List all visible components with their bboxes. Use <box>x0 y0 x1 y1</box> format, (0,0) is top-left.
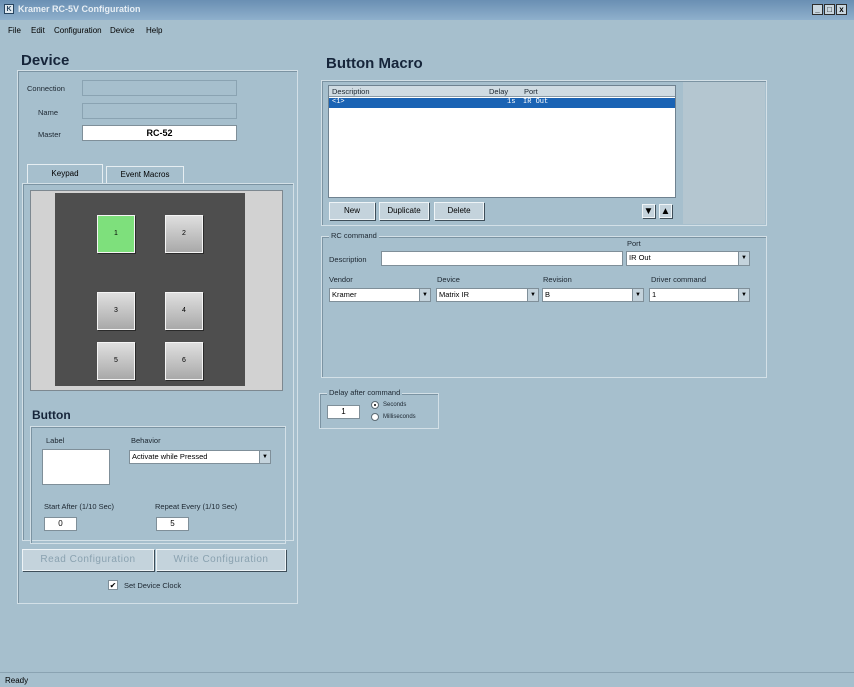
master-field[interactable]: RC-52 <box>82 125 237 141</box>
repeat-every-input[interactable]: 5 <box>156 517 189 531</box>
port-value: IR Out <box>629 253 651 262</box>
key-5[interactable]: 5 <box>97 342 135 380</box>
behavior-label: Behavior <box>131 436 161 445</box>
driver-command-value: 1 <box>652 290 657 299</box>
start-after-input[interactable]: 0 <box>44 517 77 531</box>
radio-dot-icon <box>374 404 376 406</box>
read-configuration-button[interactable]: Read Configuration <box>22 549 154 571</box>
macro-side-area <box>683 82 765 224</box>
close-button[interactable]: x <box>836 4 847 15</box>
key-6[interactable]: 6 <box>165 342 203 380</box>
description-input[interactable] <box>381 251 623 266</box>
chevron-down-icon[interactable]: ▼ <box>632 289 643 301</box>
key-2[interactable]: 2 <box>165 215 203 253</box>
revision-label: Revision <box>543 275 572 284</box>
rc-command-title: RC command <box>329 231 379 240</box>
title-bar: K Kramer RC-5V Configuration _ □ x <box>0 0 854 20</box>
name-field <box>82 103 237 119</box>
master-label: Master <box>38 130 61 139</box>
port-dropdown[interactable]: IR Out ▼ <box>626 251 750 266</box>
chevron-down-icon[interactable]: ▼ <box>527 289 538 301</box>
delete-button[interactable]: Delete <box>434 202 484 220</box>
set-device-clock-label: Set Device Clock <box>124 581 182 590</box>
keypad-panel <box>55 193 245 386</box>
behavior-dropdown[interactable]: Activate while Pressed ▼ <box>129 450 271 464</box>
menu-device[interactable]: Device <box>110 26 134 35</box>
behavior-value: Activate while Pressed <box>132 452 208 461</box>
window-title: Kramer RC-5V Configuration <box>18 4 141 14</box>
menu-bar: File Edit Configuration Device Help <box>0 20 854 40</box>
device-label: Device <box>437 275 460 284</box>
port-label: Port <box>627 239 641 248</box>
vendor-dropdown[interactable]: Kramer ▼ <box>329 288 431 302</box>
column-description[interactable]: Description <box>332 87 370 96</box>
menu-file[interactable]: File <box>8 26 21 35</box>
key-1[interactable]: 1 <box>97 215 135 253</box>
new-button[interactable]: New <box>329 202 375 220</box>
tab-event-macros[interactable]: Event Macros <box>106 166 184 184</box>
status-bar: Ready <box>0 672 854 687</box>
menu-configuration[interactable]: Configuration <box>54 26 102 35</box>
key-4[interactable]: 4 <box>165 292 203 330</box>
revision-dropdown[interactable]: B ▼ <box>542 288 644 302</box>
chevron-down-icon[interactable]: ▼ <box>259 451 270 463</box>
table-row[interactable]: <1> 1s IR Out <box>329 98 675 108</box>
device-value: Matrix IR <box>439 290 469 299</box>
seconds-radio[interactable] <box>371 401 379 409</box>
label-label: Label <box>46 436 65 445</box>
device-heading: Device <box>21 52 70 69</box>
seconds-label: Seconds <box>383 402 407 408</box>
duplicate-button[interactable]: Duplicate <box>379 202 429 220</box>
revision-value: B <box>545 290 551 299</box>
driver-command-dropdown[interactable]: 1 ▼ <box>649 288 750 302</box>
driver-command-label: Driver command <box>651 275 707 284</box>
row-delay: 1s <box>507 98 516 106</box>
maximize-button[interactable]: □ <box>824 4 835 15</box>
column-delay[interactable]: Delay <box>489 87 508 96</box>
column-port[interactable]: Port <box>524 87 538 96</box>
delay-title: Delay after command <box>327 388 403 397</box>
write-configuration-button[interactable]: Write Configuration <box>156 549 286 571</box>
move-down-icon[interactable]: ▼ <box>642 204 655 218</box>
button-heading: Button <box>32 408 71 422</box>
set-device-clock-checkbox[interactable]: ✔ <box>108 580 118 590</box>
menu-help[interactable]: Help <box>146 26 162 35</box>
menu-edit[interactable]: Edit <box>31 26 45 35</box>
tab-keypad[interactable]: Keypad <box>27 164 103 184</box>
vendor-label: Vendor <box>329 275 353 284</box>
row-port: IR Out <box>523 98 549 106</box>
label-input[interactable] <box>42 449 110 485</box>
check-icon: ✔ <box>109 581 117 590</box>
vendor-value: Kramer <box>332 290 357 299</box>
app-icon: K <box>4 4 14 14</box>
chevron-down-icon[interactable]: ▼ <box>738 289 749 301</box>
milliseconds-label: Milliseconds <box>383 414 416 420</box>
status-text: Ready <box>5 676 29 685</box>
description-label: Description <box>329 255 367 264</box>
chevron-down-icon[interactable]: ▼ <box>419 289 430 301</box>
connection-field <box>82 80 237 96</box>
move-up-icon[interactable]: ▲ <box>659 204 672 218</box>
minimize-button[interactable]: _ <box>812 4 823 15</box>
name-label: Name <box>38 108 59 117</box>
button-macro-heading: Button Macro <box>326 55 423 72</box>
chevron-down-icon[interactable]: ▼ <box>738 252 749 265</box>
device-dropdown[interactable]: Matrix IR ▼ <box>436 288 539 302</box>
key-3[interactable]: 3 <box>97 292 135 330</box>
milliseconds-radio[interactable] <box>371 413 379 421</box>
row-description: <1> <box>332 98 345 106</box>
delay-input[interactable]: 1 <box>327 405 360 419</box>
start-after-label: Start After (1/10 Sec) <box>44 502 115 511</box>
repeat-every-label: Repeat Every (1/10 Sec) <box>155 502 238 511</box>
connection-label: Connection <box>27 84 65 93</box>
